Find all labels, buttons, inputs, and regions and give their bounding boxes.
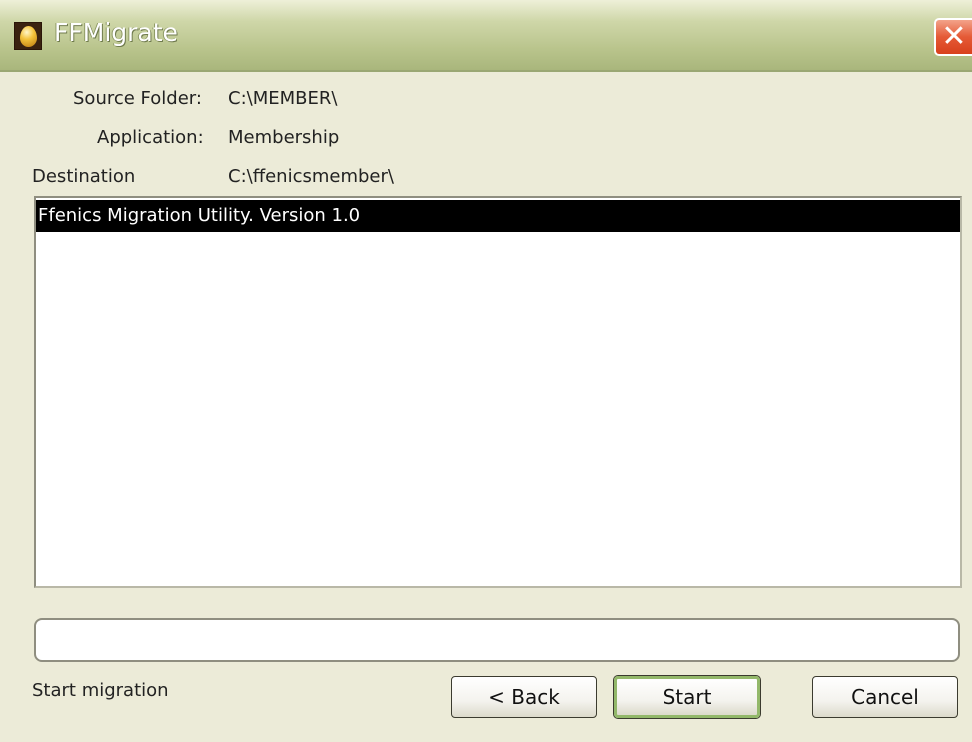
migration-progress-bar: [34, 618, 960, 662]
migration-log-list[interactable]: Ffenics Migration Utility. Version 1.0: [34, 196, 962, 588]
title-bar[interactable]: FFMigrate ✕: [0, 0, 972, 72]
close-button[interactable]: ✕: [934, 18, 972, 56]
back-button[interactable]: < Back: [451, 676, 597, 718]
destination-label: Destination: [32, 166, 136, 187]
source-folder-value: C:\MEMBER\: [228, 88, 338, 109]
start-button[interactable]: Start: [614, 676, 760, 718]
window-title: FFMigrate: [54, 18, 178, 47]
destination-value: C:\ffenicsmember\: [228, 166, 394, 187]
egg-icon: [14, 22, 42, 50]
application-label: Application:: [97, 127, 204, 148]
source-folder-label: Source Folder:: [73, 88, 202, 109]
ffmigrate-window: FFMigrate ✕ Source Folder: C:\MEMBER\ Ap…: [0, 0, 972, 742]
application-value: Membership: [228, 127, 340, 148]
log-line-selected[interactable]: Ffenics Migration Utility. Version 1.0: [36, 200, 960, 232]
cancel-button[interactable]: Cancel: [812, 676, 958, 718]
status-text: Start migration: [32, 680, 169, 701]
